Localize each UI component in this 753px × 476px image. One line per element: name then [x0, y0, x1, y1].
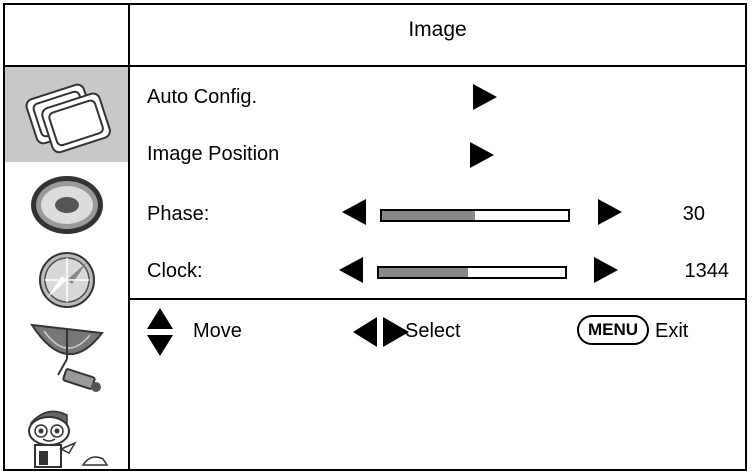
- phase-slider[interactable]: [380, 209, 570, 222]
- compass-icon: [38, 252, 95, 308]
- footer-divider: [130, 298, 747, 300]
- sidebar-item-satellite[interactable]: [5, 318, 128, 396]
- disc-icon: [30, 176, 103, 234]
- page-title: Image: [408, 18, 467, 41]
- sidebar-item-mascot[interactable]: [5, 400, 128, 470]
- move-hint-label: Move: [193, 320, 242, 342]
- phase-decrease-icon[interactable]: [342, 199, 366, 225]
- phase-slider-fill: [382, 211, 475, 220]
- image-position-label[interactable]: Image Position: [147, 143, 279, 166]
- exit-hint-label: Exit: [655, 320, 689, 342]
- image-position-arrow-icon[interactable]: [470, 142, 494, 168]
- left-right-arrows-icon: [353, 317, 409, 347]
- clock-slider-fill: [379, 268, 469, 277]
- sidebar-item-image[interactable]: [5, 67, 128, 162]
- clock-value: 1344: [684, 260, 730, 282]
- auto-config-arrow-icon[interactable]: [473, 84, 497, 110]
- up-down-arrows-icon: [147, 308, 173, 356]
- mascot-icon: [27, 410, 108, 468]
- sidebar-item-disc[interactable]: [5, 170, 128, 240]
- menu-key-icon: MENU: [577, 315, 649, 345]
- clock-slider[interactable]: [377, 266, 567, 279]
- clock-increase-icon[interactable]: [594, 257, 618, 283]
- sidebar-item-compass[interactable]: [5, 245, 128, 315]
- image-icon: [25, 83, 111, 153]
- clock-decrease-icon[interactable]: [339, 257, 363, 283]
- satellite-dish-icon: [29, 323, 104, 392]
- phase-increase-icon[interactable]: [598, 199, 622, 225]
- select-hint-label: Select: [405, 320, 461, 342]
- clock-label: Clock:: [147, 260, 203, 282]
- phase-value: 30: [682, 203, 705, 225]
- auto-config-label[interactable]: Auto Config.: [147, 86, 257, 109]
- phase-label: Phase:: [147, 203, 210, 225]
- vertical-divider: [128, 3, 130, 471]
